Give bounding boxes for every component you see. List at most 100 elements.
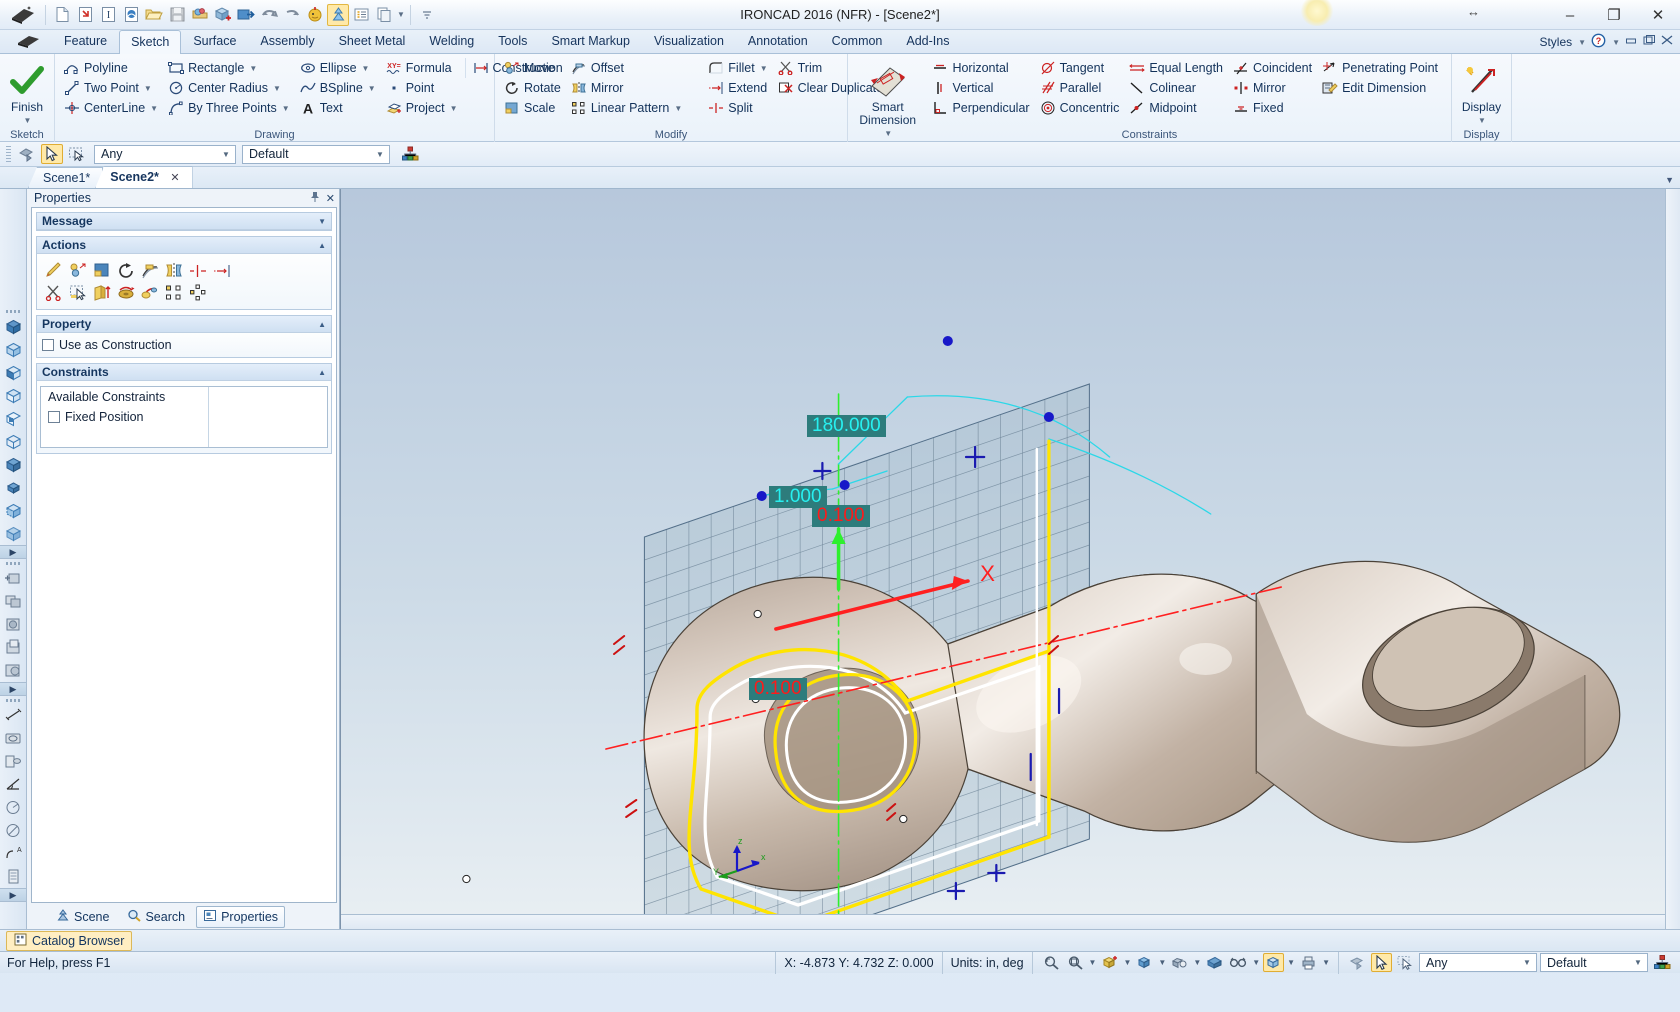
colinear-button[interactable]: Colinear [1126, 78, 1230, 98]
concentric-button[interactable]: Concentric [1037, 98, 1127, 118]
tab-surface[interactable]: Surface [181, 29, 248, 53]
view-top-icon[interactable] [0, 384, 27, 407]
bspline-button[interactable]: BSpline ▼ [297, 78, 383, 98]
rail-grip-2[interactable] [0, 559, 26, 567]
send-to-icon[interactable] [235, 4, 257, 26]
property-group-header-message[interactable]: Message ▼ [37, 213, 331, 230]
project-dropdown-icon[interactable]: ▼ [450, 104, 458, 113]
finish-sketch-button[interactable]: Finish ▼ [6, 58, 48, 127]
fillet-dropdown-icon[interactable]: ▼ [760, 64, 768, 73]
zoom-fit-icon[interactable] [1065, 953, 1086, 972]
pin-icon[interactable] [310, 191, 320, 206]
structure-tree-icon[interactable] [327, 3, 349, 26]
checkbox-box[interactable] [42, 339, 54, 351]
project-button[interactable]: Project ▼ [383, 98, 465, 118]
polyline-button[interactable]: Polyline [61, 58, 165, 78]
copy-dropdown-icon[interactable]: ▼ [397, 10, 405, 19]
chevron-down-icon[interactable]: ▼ [1322, 958, 1330, 967]
render-icon[interactable] [1204, 953, 1225, 972]
select-region-icon[interactable] [68, 283, 87, 302]
finish-dropdown-icon[interactable]: ▼ [24, 114, 32, 127]
maximize-button[interactable]: ❐ [1592, 0, 1636, 30]
chevron-down-icon[interactable]: ▼ [1158, 958, 1166, 967]
display-mode-icon[interactable] [1263, 953, 1285, 972]
property-group-header-actions[interactable]: Actions ▲ [37, 237, 331, 254]
equal-length-button[interactable]: Equal Length [1126, 58, 1230, 78]
zoom-area-icon[interactable] [1041, 953, 1062, 972]
shape-union-icon[interactable] [0, 659, 27, 682]
shape-overlap-icon[interactable] [0, 590, 27, 613]
app-menu-icon[interactable] [6, 2, 40, 28]
import-file-icon[interactable] [74, 4, 96, 26]
undo-icon[interactable] [258, 4, 280, 26]
centerline-button[interactable]: CenterLine ▼ [61, 98, 165, 118]
move-icon[interactable] [68, 261, 87, 280]
help-dropdown-icon[interactable]: ▼ [1612, 38, 1620, 47]
annotation-leader-icon[interactable]: A [0, 842, 27, 865]
edit-dimension-button[interactable]: Edit Dimension [1319, 78, 1445, 98]
tab-welding[interactable]: Welding [417, 29, 486, 53]
ribbon-minimize-icon[interactable] [1625, 35, 1638, 49]
rectangle-button[interactable]: Rectangle ▼ [165, 58, 297, 78]
property-group-header-constraints[interactable]: Constraints ▲ [37, 364, 331, 381]
extend-icon[interactable] [212, 261, 231, 280]
checkbox-box[interactable] [48, 411, 60, 423]
view-isometric-icon[interactable] [0, 315, 27, 338]
rectangle-dropdown-icon[interactable]: ▼ [249, 64, 257, 73]
tab-scroll-down-icon[interactable]: ▼ [1665, 175, 1674, 185]
split-button[interactable]: Split [705, 98, 774, 118]
scene-tree-icon[interactable] [1651, 953, 1672, 972]
table-row[interactable] [41, 427, 327, 447]
chevron-down-icon[interactable]: ▼ [1520, 958, 1534, 967]
export-file-icon[interactable]: I [97, 4, 119, 26]
catalog-browser-button[interactable]: Catalog Browser [6, 930, 133, 951]
redo-icon[interactable] [281, 4, 303, 26]
available-constraints-table[interactable]: Available Constraints Fixed Position [40, 386, 328, 448]
tab-assembly[interactable]: Assembly [248, 29, 326, 53]
dimension-radial-icon[interactable] [0, 796, 27, 819]
dimension-label-angle[interactable]: 180.000 [807, 415, 886, 437]
scale-button[interactable]: Scale [501, 98, 568, 118]
view-front-icon[interactable] [0, 361, 27, 384]
text-button[interactable]: A Text [297, 98, 383, 118]
trim-icon[interactable] [44, 283, 63, 302]
rotate-button[interactable]: Rotate [501, 78, 568, 98]
add-part-icon[interactable] [212, 4, 234, 26]
view-shaded-icon[interactable] [0, 453, 27, 476]
use-as-construction-checkbox[interactable]: Use as Construction [42, 336, 326, 354]
ellipse-dropdown-icon[interactable]: ▼ [362, 64, 370, 73]
chevron-down-icon[interactable]: ▼ [1631, 958, 1645, 967]
dimension-label-offset-top[interactable]: 0.100 [812, 505, 870, 527]
print-icon[interactable] [1298, 953, 1319, 972]
fixed-button[interactable]: Fixed [1230, 98, 1319, 118]
display-dropdown-icon[interactable]: ▼ [1478, 114, 1486, 127]
3d-viewport[interactable]: X 180.000 1.000 0.100 0.100 z x Y [340, 189, 1680, 929]
fillet-button[interactable]: Fillet ▼ [705, 58, 774, 78]
copy-icon[interactable] [373, 4, 395, 26]
two-point-button[interactable]: Two Point ▼ [61, 78, 165, 98]
tangent-button[interactable]: Tangent [1037, 58, 1127, 78]
mirror-button[interactable]: Mirror [568, 78, 689, 98]
select-arrow-icon[interactable] [41, 144, 63, 164]
linear-pattern-dropdown-icon[interactable]: ▼ [674, 104, 682, 113]
perpendicular-button[interactable]: Perpendicular [929, 98, 1036, 118]
extrude-icon[interactable] [92, 283, 111, 302]
view-glasses-icon[interactable] [1228, 953, 1249, 972]
penetrating-point-button[interactable]: Penetrating Point [1319, 58, 1445, 78]
chevron-down-icon[interactable]: ▼ [373, 150, 387, 159]
help-icon[interactable]: ? [1591, 33, 1606, 51]
view-wireframe-icon[interactable] [0, 430, 27, 453]
dimension-note-icon[interactable] [0, 750, 27, 773]
ellipse-button[interactable]: Ellipse ▼ [297, 58, 383, 78]
offset-icon[interactable] [140, 261, 159, 280]
restore-down-icon[interactable]: ↔ [1467, 4, 1480, 19]
toolbar-grip[interactable] [6, 145, 11, 163]
scale-icon[interactable] [92, 261, 111, 280]
chevron-down-icon[interactable]: ▼ [1193, 958, 1201, 967]
by-three-points-dropdown-icon[interactable]: ▼ [282, 104, 290, 113]
tab-sheet-metal[interactable]: Sheet Metal [327, 29, 418, 53]
chevron-down-icon[interactable]: ▼ [1252, 958, 1260, 967]
table-row[interactable]: Available Constraints [41, 387, 327, 407]
rotate-icon[interactable] [116, 261, 135, 280]
circular-pattern-icon[interactable] [188, 283, 207, 302]
